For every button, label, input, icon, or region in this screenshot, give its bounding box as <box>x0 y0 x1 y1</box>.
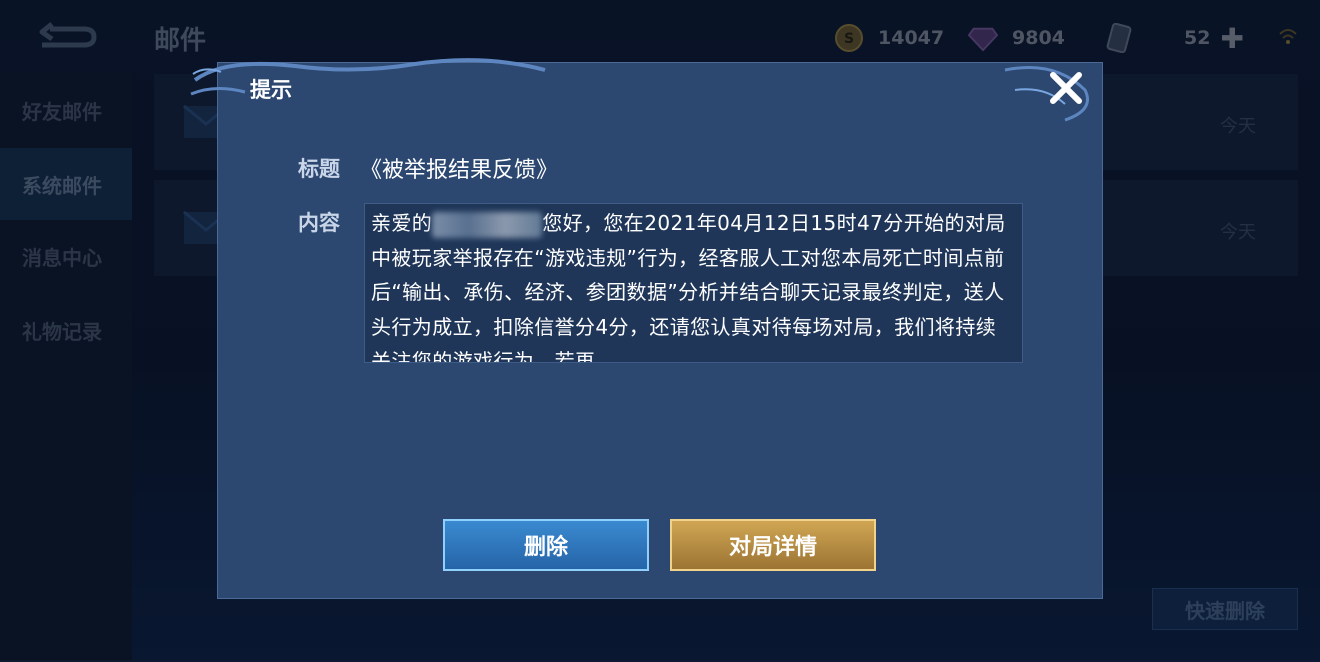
dialog-title: 提示 <box>250 78 292 102</box>
content-greeting: 亲爱的 <box>371 211 433 235</box>
redacted-player-name <box>432 211 543 238</box>
delete-button[interactable]: 删除 <box>443 519 649 571</box>
mail-subject: 《被举报结果反馈》 <box>360 158 559 183</box>
mail-content-text: 亲爱的 您好，您在2021年04月12日15时47分开始的对局中被玩家举报存在“游… <box>371 206 1016 362</box>
subject-label: 标题 <box>298 157 340 181</box>
mail-content-box[interactable]: 亲爱的 您好，您在2021年04月12日15时47分开始的对局中被玩家举报存在“游… <box>364 203 1023 363</box>
match-details-button[interactable]: 对局详情 <box>670 519 876 571</box>
content-label: 内容 <box>298 211 340 235</box>
close-icon[interactable] <box>1044 66 1088 110</box>
